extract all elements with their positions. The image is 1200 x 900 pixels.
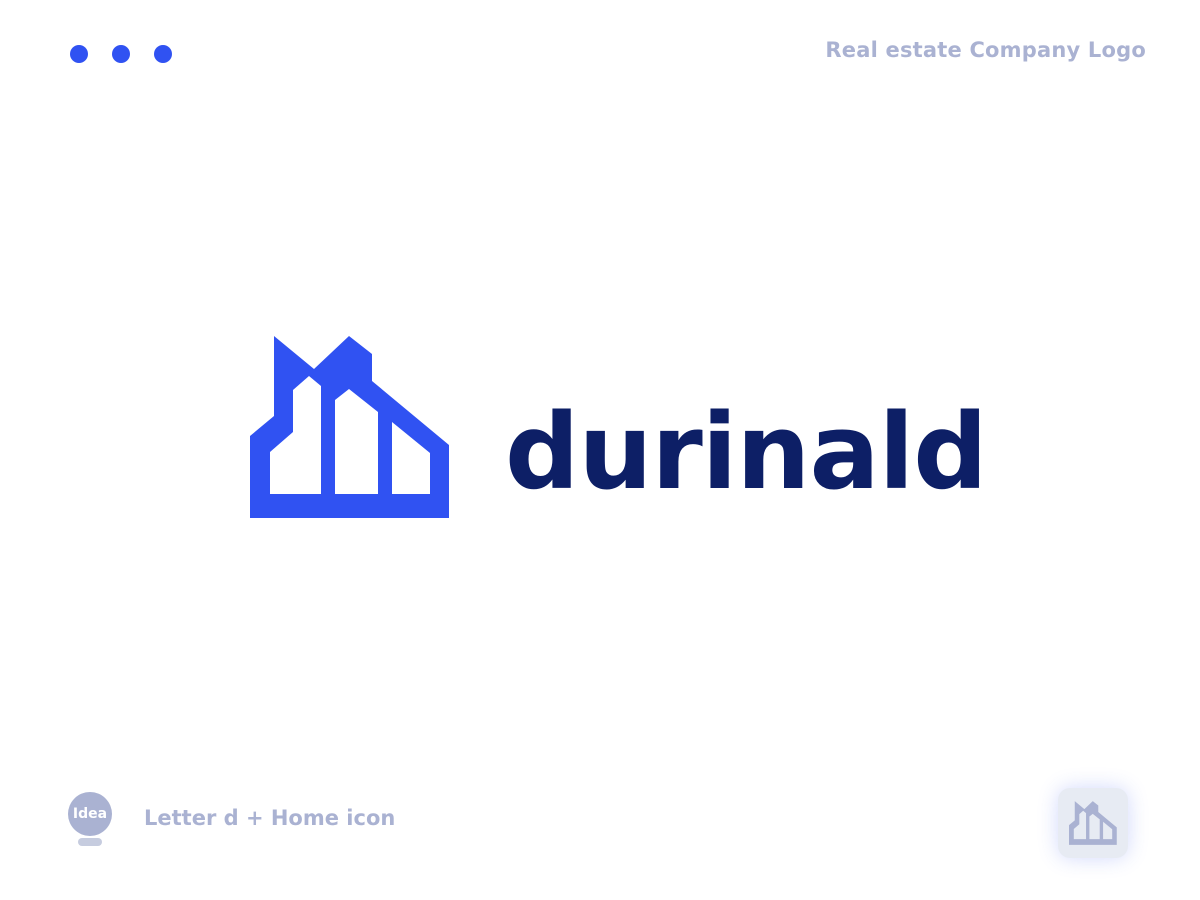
idea-bulb: Idea	[68, 792, 112, 836]
app-icon-preview	[1058, 788, 1128, 858]
footer-caption: Letter d + Home icon	[144, 806, 396, 830]
top-dots	[70, 45, 172, 63]
idea-lightbulb-icon: Idea	[66, 792, 114, 848]
small-building-home-icon	[1069, 801, 1117, 845]
dot-2	[112, 45, 130, 63]
idea-bulb-base	[78, 838, 102, 846]
logo-lockup: durinald	[250, 336, 988, 518]
brand-wordmark: durinald	[505, 391, 988, 513]
building-home-icon	[250, 336, 449, 518]
dot-3	[154, 45, 172, 63]
dot-1	[70, 45, 88, 63]
header-title: Real estate Company Logo	[825, 38, 1146, 62]
